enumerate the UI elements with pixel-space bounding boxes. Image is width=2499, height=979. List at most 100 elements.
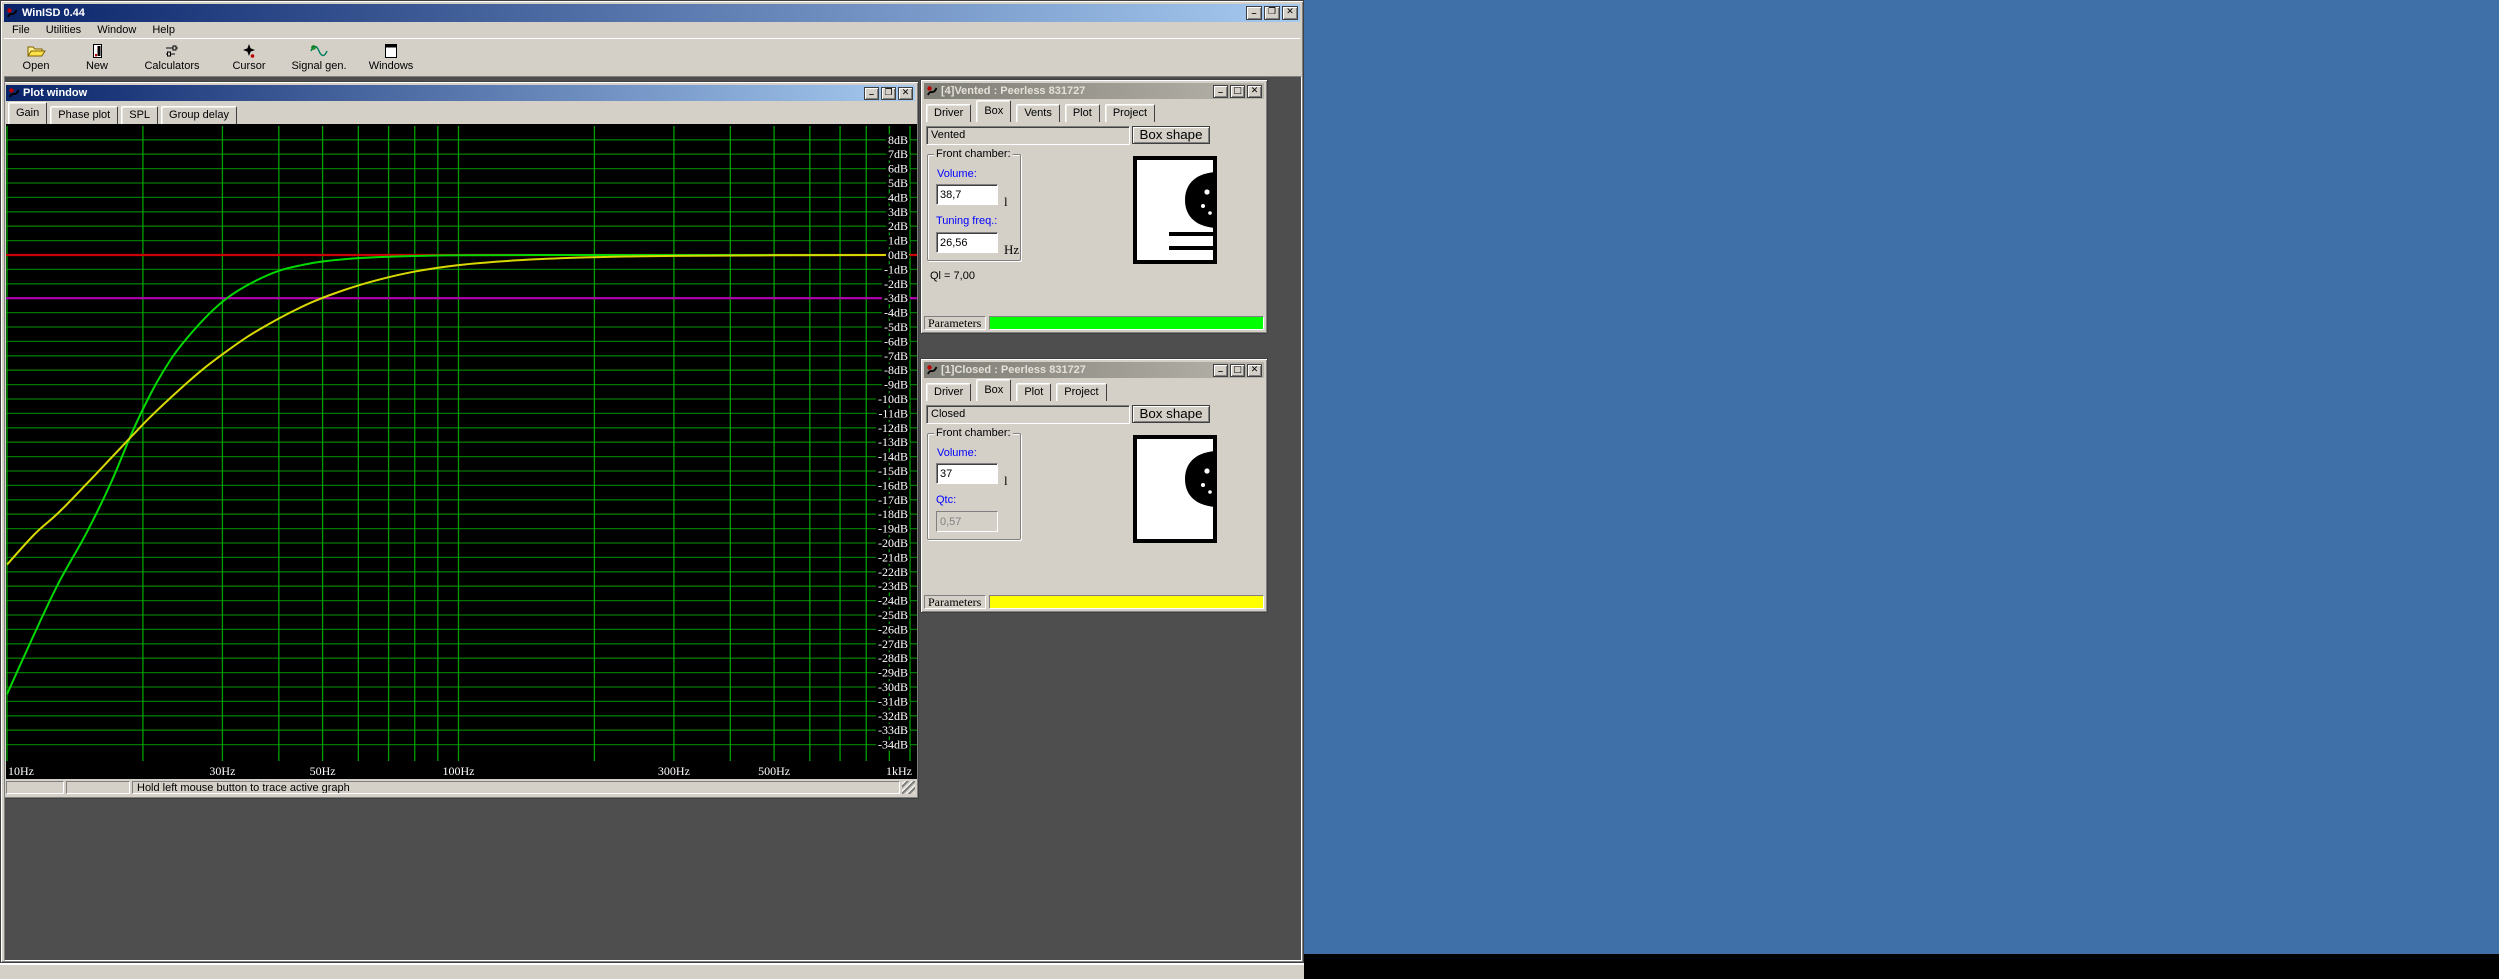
y-axis-label: -7dB xyxy=(884,349,908,363)
y-axis-label: -32dB xyxy=(878,709,908,723)
volume-input[interactable] xyxy=(936,463,998,484)
y-axis-label: -26dB xyxy=(878,622,908,636)
port-line xyxy=(1169,232,1215,236)
status-hint: Hold left mouse button to trace active g… xyxy=(132,781,900,794)
tab-group-delay[interactable]: Group delay xyxy=(161,106,237,124)
volume-input[interactable] xyxy=(936,184,998,205)
toolbar-button-new[interactable]: New xyxy=(68,39,126,75)
app-titlebar[interactable]: WinISD 0.44 _❐✕ xyxy=(4,4,1300,22)
maximize-button[interactable]: □ xyxy=(1230,85,1245,98)
menu-item-help[interactable]: Help xyxy=(144,23,183,37)
minimize-button[interactable]: _ xyxy=(1213,364,1228,377)
y-axis-label: -4dB xyxy=(884,306,908,320)
close-button[interactable]: ✕ xyxy=(898,87,913,100)
y-axis-label: -3dB xyxy=(884,291,908,305)
y-axis-label: -18dB xyxy=(878,507,908,521)
restore-button[interactable]: ❐ xyxy=(881,87,896,100)
minimize-button[interactable]: _ xyxy=(1246,6,1262,20)
tab-vents[interactable]: Vents xyxy=(1016,104,1060,122)
x-axis-label: 30Hz xyxy=(209,764,235,778)
toolbar-button-cursor[interactable]: Cursor xyxy=(218,39,280,75)
menu-item-utilities[interactable]: Utilities xyxy=(38,23,89,37)
app-title: WinISD 0.44 xyxy=(22,7,85,19)
y-axis-label: -11dB xyxy=(878,406,908,420)
maximize-button[interactable]: □ xyxy=(1230,364,1245,377)
close-button[interactable]: ✕ xyxy=(1247,85,1262,98)
y-axis-label: -2dB xyxy=(884,277,908,291)
tab-project[interactable]: Project xyxy=(1056,383,1106,401)
vented-window-titlebar[interactable]: [4]Vented : Peerless 831727 _□✕ xyxy=(924,83,1264,99)
plot-tabs: GainPhase plotSPLGroup delay xyxy=(6,102,915,124)
menu-item-file[interactable]: File xyxy=(4,23,38,37)
parameters-label: Parameters xyxy=(924,316,986,330)
winisd-app-icon xyxy=(6,7,18,19)
calculators-icon xyxy=(162,43,182,59)
y-axis-label: -29dB xyxy=(878,666,908,680)
y-axis-label: 5dB xyxy=(888,176,908,190)
y-axis-label: -10dB xyxy=(878,392,908,406)
menu-bar: FileUtilitiesWindowHelp xyxy=(4,22,1300,38)
y-axis-label: -34dB xyxy=(878,738,908,752)
y-axis-label: -5dB xyxy=(884,320,908,334)
tab-driver[interactable]: Driver xyxy=(926,383,971,401)
menu-item-window[interactable]: Window xyxy=(89,23,144,37)
tab-gain[interactable]: Gain xyxy=(8,102,47,124)
front-chamber-group: Front chamber: Volume: l Tuning freq.: H… xyxy=(927,154,1021,261)
resize-grip[interactable] xyxy=(902,781,915,794)
toolbar-button-signal-gen[interactable]: Signal gen. xyxy=(280,39,358,75)
winisd-app-icon xyxy=(926,364,938,376)
toolbar-button-open[interactable]: Open xyxy=(4,39,68,75)
qtc-input xyxy=(936,511,998,532)
tab-plot[interactable]: Plot xyxy=(1016,383,1051,401)
tab-phase-plot[interactable]: Phase plot xyxy=(50,106,118,124)
vented-window-title: [4]Vented : Peerless 831727 xyxy=(941,85,1085,97)
desktop[interactable] xyxy=(1304,0,2499,954)
volume-label: Volume: xyxy=(937,447,977,459)
close-button[interactable]: ✕ xyxy=(1282,6,1298,20)
plot-window-titlebar[interactable]: Plot window _❐✕ xyxy=(6,85,915,101)
close-button[interactable]: ✕ xyxy=(1247,364,1262,377)
y-axis-label: -16dB xyxy=(878,478,908,492)
gain-chart[interactable]: 8dB7dB6dB5dB4dB3dB2dB1dB0dB-1dB-2dB-3dB-… xyxy=(6,124,917,779)
minimize-button[interactable]: _ xyxy=(864,87,879,100)
windows-icon xyxy=(381,43,401,59)
y-axis-label: -23dB xyxy=(878,579,908,593)
y-axis-label: -25dB xyxy=(878,608,908,622)
y-axis-label: 6dB xyxy=(888,162,908,176)
closed-box-shape-image xyxy=(1133,435,1217,543)
tuning-freq-input[interactable] xyxy=(936,232,998,253)
y-axis-label: -12dB xyxy=(878,421,908,435)
tab-box[interactable]: Box xyxy=(976,100,1011,122)
tab-spl[interactable]: SPL xyxy=(121,106,158,124)
restore-button[interactable]: ❐ xyxy=(1264,6,1280,20)
closed-window-titlebar[interactable]: [1]Closed : Peerless 831727 _□✕ xyxy=(924,362,1264,378)
vented-caption-buttons: _□✕ xyxy=(1213,85,1262,98)
toolbar-button-calculators[interactable]: Calculators xyxy=(126,39,218,75)
toolbar-button-label: Cursor xyxy=(232,60,265,72)
toolbar-button-windows[interactable]: Windows xyxy=(358,39,424,75)
y-axis-label: -22dB xyxy=(878,565,908,579)
gain-plot-area[interactable]: 8dB7dB6dB5dB4dB3dB2dB1dB0dB-1dB-2dB-3dB-… xyxy=(6,124,917,779)
parameters-label: Parameters xyxy=(924,595,986,609)
tab-project[interactable]: Project xyxy=(1105,104,1155,122)
box-shape-button[interactable]: Box shape xyxy=(1132,405,1210,423)
minimize-button[interactable]: _ xyxy=(1213,85,1228,98)
tuning-freq-unit: Hz xyxy=(1004,242,1019,258)
open-folder-icon xyxy=(26,43,46,59)
y-axis-label: 2dB xyxy=(888,219,908,233)
box-type-field: Closed xyxy=(926,405,1130,424)
tab-plot[interactable]: Plot xyxy=(1065,104,1100,122)
winisd-app-icon xyxy=(926,85,938,97)
status-panel xyxy=(6,781,64,794)
tab-box[interactable]: Box xyxy=(976,379,1011,401)
plot-window-title: Plot window xyxy=(23,87,87,99)
x-axis-label: 500Hz xyxy=(758,764,790,778)
vented-parameters-row: Parameters xyxy=(922,314,1266,332)
y-axis-label: -17dB xyxy=(878,493,908,507)
box-shape-button[interactable]: Box shape xyxy=(1132,126,1210,144)
front-chamber-group: Front chamber: Volume: l Qtc: xyxy=(927,433,1021,540)
y-axis-label: -28dB xyxy=(878,651,908,665)
new-document-icon xyxy=(87,43,107,59)
y-axis-label: -20dB xyxy=(878,536,908,550)
tab-driver[interactable]: Driver xyxy=(926,104,971,122)
